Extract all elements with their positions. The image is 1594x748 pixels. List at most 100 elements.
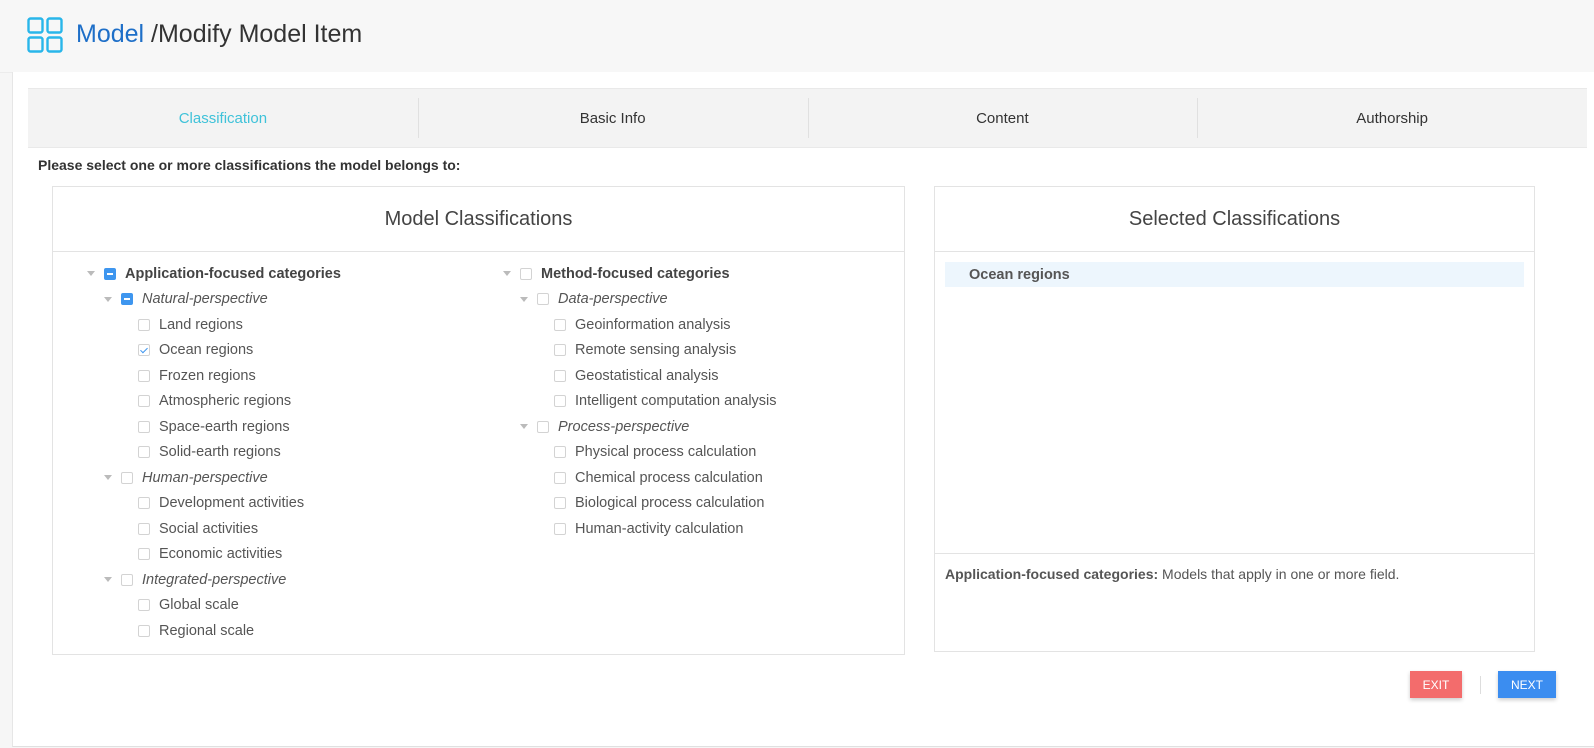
tree-node-label[interactable]: Data-perspective bbox=[558, 291, 668, 307]
tree-node-label[interactable]: Chemical process calculation bbox=[575, 470, 763, 486]
classification-checkbox[interactable] bbox=[121, 293, 133, 306]
button-divider bbox=[1480, 676, 1481, 694]
selected-item[interactable]: Ocean regions bbox=[945, 262, 1524, 287]
tree-node-label[interactable]: Intelligent computation analysis bbox=[575, 393, 777, 409]
classification-checkbox[interactable] bbox=[121, 573, 133, 586]
classification-checkbox[interactable] bbox=[554, 369, 566, 382]
tree-node: Remote sensing analysis bbox=[503, 338, 777, 364]
tree-node: Process-perspective bbox=[503, 414, 777, 440]
tab-authorship[interactable]: Authorship bbox=[1197, 89, 1587, 147]
tree-node: Natural-perspective bbox=[87, 287, 341, 313]
classification-checkbox[interactable] bbox=[138, 497, 150, 510]
classification-checkbox[interactable] bbox=[138, 522, 150, 535]
expand-caret-icon[interactable] bbox=[520, 296, 528, 302]
main-card: Classification Basic Info Content Author… bbox=[12, 72, 1594, 747]
tree-node: Data-perspective bbox=[503, 287, 777, 313]
expand-caret-icon[interactable] bbox=[520, 424, 528, 430]
classification-checkbox[interactable] bbox=[121, 471, 133, 484]
classification-checkbox[interactable] bbox=[104, 267, 116, 280]
tree-node: Regional scale bbox=[87, 618, 341, 644]
tree-node-label[interactable]: Regional scale bbox=[159, 623, 254, 639]
top-bar: Model /Modify Model Item bbox=[0, 0, 1594, 73]
tree-node-label[interactable]: Social activities bbox=[159, 521, 258, 537]
tree-node: Economic activities bbox=[87, 542, 341, 568]
tree-node: Integrated-perspective bbox=[87, 567, 341, 593]
tree-node: Development activities bbox=[87, 491, 341, 517]
classification-checkbox[interactable] bbox=[554, 446, 566, 459]
tree-node-label[interactable]: Remote sensing analysis bbox=[575, 342, 736, 358]
expand-caret-icon[interactable] bbox=[104, 475, 112, 481]
classification-checkbox[interactable] bbox=[554, 318, 566, 331]
tree-node-label[interactable]: Human-activity calculation bbox=[575, 521, 743, 537]
classification-checkbox[interactable] bbox=[138, 318, 150, 331]
expand-caret-icon[interactable] bbox=[503, 271, 511, 277]
classification-checkbox[interactable] bbox=[554, 497, 566, 510]
classification-checkbox[interactable] bbox=[138, 446, 150, 459]
tree-node: Method-focused categories bbox=[503, 261, 777, 287]
classification-checkbox[interactable] bbox=[138, 344, 150, 357]
tree-node-label[interactable]: Physical process calculation bbox=[575, 444, 756, 460]
tab-basic-info[interactable]: Basic Info bbox=[417, 89, 808, 147]
tree-node-label[interactable]: Ocean regions bbox=[159, 342, 253, 358]
tree-node: Biological process calculation bbox=[503, 491, 777, 517]
tree-node: Human-activity calculation bbox=[503, 516, 777, 542]
tree-node: Land regions bbox=[87, 312, 341, 338]
classification-checkbox[interactable] bbox=[554, 471, 566, 484]
tab-content[interactable]: Content bbox=[807, 89, 1198, 147]
classification-checkbox[interactable] bbox=[537, 293, 549, 306]
description-text: Models that apply in one or more field. bbox=[1158, 566, 1400, 582]
selected-classifications-title: Selected Classifications bbox=[935, 187, 1534, 252]
exit-button[interactable]: EXIT bbox=[1410, 671, 1462, 698]
model-classifications-title: Model Classifications bbox=[53, 187, 904, 252]
classification-checkbox[interactable] bbox=[554, 522, 566, 535]
expand-caret-icon[interactable] bbox=[104, 296, 112, 302]
tree-node-label[interactable]: Integrated-perspective bbox=[142, 572, 286, 588]
tree-node: Human-perspective bbox=[87, 465, 341, 491]
classification-checkbox[interactable] bbox=[554, 395, 566, 408]
classification-checkbox[interactable] bbox=[554, 344, 566, 357]
tree-node-label[interactable]: Application-focused categories bbox=[125, 266, 341, 282]
tree-node-label[interactable]: Global scale bbox=[159, 597, 239, 613]
tree-node: Ocean regions bbox=[87, 338, 341, 364]
expand-caret-icon[interactable] bbox=[104, 577, 112, 583]
classification-checkbox[interactable] bbox=[520, 267, 532, 280]
grid-icon bbox=[27, 17, 63, 53]
classification-checkbox[interactable] bbox=[537, 420, 549, 433]
classification-checkbox[interactable] bbox=[138, 420, 150, 433]
tree-node-label[interactable]: Geostatistical analysis bbox=[575, 368, 718, 384]
classification-checkbox[interactable] bbox=[138, 395, 150, 408]
tree-node-label[interactable]: Land regions bbox=[159, 317, 243, 333]
classification-checkbox[interactable] bbox=[138, 369, 150, 382]
selected-list: Ocean regions bbox=[935, 252, 1534, 297]
tab-classification[interactable]: Classification bbox=[28, 89, 418, 147]
tree-node-label[interactable]: Process-perspective bbox=[558, 419, 689, 435]
tree-node-label[interactable]: Development activities bbox=[159, 495, 304, 511]
tree-node-label[interactable]: Frozen regions bbox=[159, 368, 256, 384]
tree-node: Geoinformation analysis bbox=[503, 312, 777, 338]
classification-checkbox[interactable] bbox=[138, 548, 150, 561]
tree-node: Space-earth regions bbox=[87, 414, 341, 440]
tree-node-label[interactable]: Atmospheric regions bbox=[159, 393, 291, 409]
classification-checkbox[interactable] bbox=[138, 624, 150, 637]
tree-node-label[interactable]: Solid-earth regions bbox=[159, 444, 281, 460]
tree-node: Frozen regions bbox=[87, 363, 341, 389]
breadcrumb-model-link[interactable]: Model bbox=[76, 20, 144, 48]
breadcrumb-current: /Modify Model Item bbox=[144, 20, 363, 48]
tree-node: Global scale bbox=[87, 593, 341, 619]
tree-node: Solid-earth regions bbox=[87, 440, 341, 466]
tree-node-label[interactable]: Biological process calculation bbox=[575, 495, 764, 511]
tree-node-label[interactable]: Method-focused categories bbox=[541, 266, 730, 282]
tree-node-label[interactable]: Human-perspective bbox=[142, 470, 268, 486]
tree-node-label[interactable]: Economic activities bbox=[159, 546, 282, 562]
tree-node-label[interactable]: Space-earth regions bbox=[159, 419, 290, 435]
tree-node-label[interactable]: Geoinformation analysis bbox=[575, 317, 731, 333]
tree-column-application: Application-focused categories Natural-pe… bbox=[87, 261, 341, 644]
instruction-text: Please select one or more classification… bbox=[38, 157, 461, 173]
selected-classifications-panel: Selected Classifications Ocean regions bbox=[934, 186, 1535, 554]
next-button[interactable]: NEXT bbox=[1498, 671, 1556, 698]
tree-node-label[interactable]: Natural-perspective bbox=[142, 291, 268, 307]
tree-node: Physical process calculation bbox=[503, 440, 777, 466]
classification-checkbox[interactable] bbox=[138, 599, 150, 612]
expand-caret-icon[interactable] bbox=[87, 271, 95, 277]
tree-node: Chemical process calculation bbox=[503, 465, 777, 491]
